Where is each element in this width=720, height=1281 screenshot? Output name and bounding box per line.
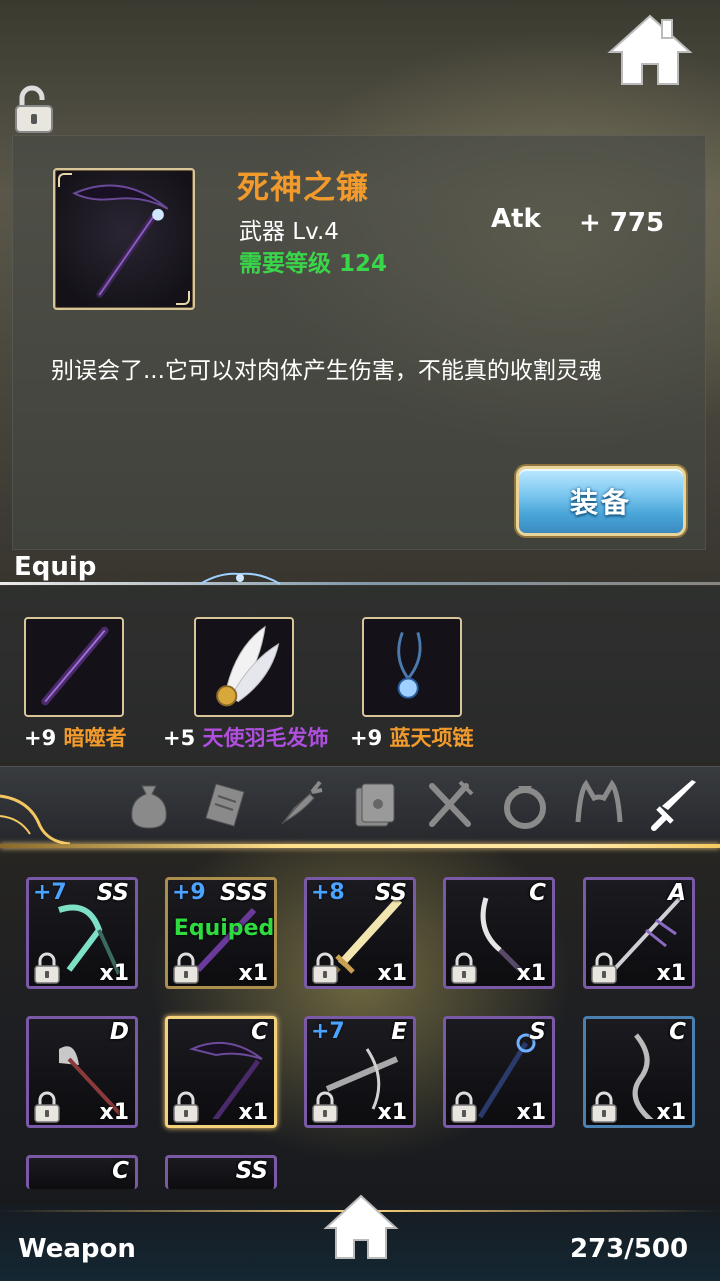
- rank-badge: C: [529, 880, 546, 906]
- ring-icon[interactable]: [498, 778, 552, 832]
- item-name: 死神之镰: [237, 168, 370, 206]
- rank-badge: SS: [235, 1158, 268, 1184]
- item-quantity: x1: [377, 1100, 408, 1125]
- lock-icon[interactable]: [172, 1091, 200, 1123]
- item-quantity: x1: [238, 961, 269, 986]
- equip-button[interactable]: 装备: [516, 466, 686, 536]
- category-label: Weapon: [18, 1234, 136, 1264]
- rank-badge: A: [668, 880, 686, 906]
- inventory-slot[interactable]: +7 SS x1: [26, 877, 138, 989]
- ornament-icon: [199, 572, 281, 585]
- inventory-count: 273/500: [570, 1234, 689, 1264]
- enhance-level: +8: [311, 880, 345, 905]
- lock-icon[interactable]: [33, 952, 61, 984]
- feather-icon: [216, 625, 280, 707]
- rank-badge: C: [251, 1019, 268, 1045]
- required-level-label: 需要等级: [239, 251, 331, 277]
- rank-badge: C: [669, 1019, 686, 1045]
- rank-badge: C: [112, 1158, 129, 1184]
- rank-badge: D: [109, 1019, 129, 1045]
- lock-icon[interactable]: [590, 1091, 618, 1123]
- item-portrait: [53, 168, 195, 310]
- equip-slot-label: +5 天使羽毛发饰: [163, 722, 329, 752]
- inventory-slot[interactable]: +8 SS x1: [304, 877, 416, 989]
- inventory-slot[interactable]: C: [26, 1155, 138, 1189]
- lock-icon[interactable]: [172, 952, 200, 984]
- rank-badge: S: [529, 1019, 546, 1045]
- sword-icon[interactable]: [648, 778, 702, 832]
- inventory-slot[interactable]: +7 Ex1: [304, 1016, 416, 1128]
- item-required-level: 需要等级 124: [239, 244, 387, 278]
- fork-knife-icon[interactable]: [422, 778, 476, 832]
- stat-name: Atk: [491, 204, 541, 234]
- equip-slot-weapon[interactable]: [24, 617, 124, 717]
- rank-badge: SS: [96, 880, 129, 906]
- unlock-icon[interactable]: [12, 84, 56, 134]
- item-quantity: x1: [377, 961, 408, 986]
- lock-icon[interactable]: [311, 952, 339, 984]
- item-description: 别误会了...它可以对肉体产生伤害，不能真的收割灵魂: [51, 358, 602, 384]
- necklace-icon: [397, 631, 422, 699]
- lock-icon[interactable]: [450, 1091, 478, 1123]
- enhance-level: +9: [350, 726, 383, 750]
- lock-icon[interactable]: [33, 1091, 61, 1123]
- enhance-level: +9: [172, 880, 206, 905]
- item-quantity: x1: [656, 1100, 687, 1125]
- item-name: 蓝天项链: [389, 726, 474, 750]
- scythe-icon: [72, 184, 169, 298]
- rank-badge: SSS: [219, 880, 268, 906]
- bag-icon[interactable]: [122, 778, 176, 832]
- equip-slot-headwear[interactable]: [194, 617, 294, 717]
- equip-slot-label: +9 暗噬者: [24, 722, 127, 752]
- item-detail-panel: 死神之镰 武器 Lv.4 需要等级 124 Atk + 775 别误会了...它…: [12, 135, 706, 550]
- item-type-level: 武器 Lv.4: [239, 219, 339, 245]
- item-quantity: x1: [516, 961, 547, 986]
- inventory-slot[interactable]: Cx1: [165, 1016, 277, 1128]
- home-icon[interactable]: [322, 1192, 400, 1262]
- home-icon[interactable]: [606, 12, 694, 88]
- rank-badge: E: [391, 1019, 407, 1045]
- carrot-icon[interactable]: [272, 778, 326, 832]
- item-quantity: x1: [99, 961, 130, 986]
- cat-ears-icon[interactable]: [572, 778, 626, 832]
- item-quantity: x1: [516, 1100, 547, 1125]
- lock-icon[interactable]: [590, 952, 618, 984]
- item-name: 暗噬者: [63, 726, 127, 750]
- equipped-label: Equiped: [173, 916, 275, 941]
- inventory-slot[interactable]: Cx1: [583, 1016, 695, 1128]
- rank-badge: SS: [374, 880, 407, 906]
- scroll-icon[interactable]: [198, 778, 252, 832]
- inventory-slot[interactable]: +9 SSS Equiped x1: [165, 877, 277, 989]
- enhance-level: +7: [311, 1019, 345, 1044]
- equip-slot-necklace[interactable]: [362, 617, 462, 717]
- ornament-icon: [0, 794, 70, 846]
- stat-value: + 775: [579, 208, 665, 238]
- inventory-slot[interactable]: Cx1: [443, 877, 555, 989]
- enhance-level: +7: [33, 880, 67, 905]
- inventory-slot[interactable]: Ax1: [583, 877, 695, 989]
- item-name: 天使羽毛发饰: [202, 726, 329, 750]
- inventory-slot[interactable]: SS: [165, 1155, 277, 1189]
- tab-divider: [0, 844, 720, 848]
- required-level-value: 124: [339, 251, 388, 277]
- equip-slot-label: +9 蓝天项链: [350, 722, 474, 752]
- dagger-icon: [41, 626, 109, 706]
- book-icon[interactable]: [348, 778, 402, 832]
- enhance-level: +5: [163, 726, 196, 750]
- item-quantity: x1: [238, 1100, 269, 1125]
- lock-icon[interactable]: [311, 1091, 339, 1123]
- inventory-slot[interactable]: Sx1: [443, 1016, 555, 1128]
- enhance-level: +9: [24, 726, 57, 750]
- divider: [0, 582, 720, 585]
- inventory-slot[interactable]: Dx1: [26, 1016, 138, 1128]
- equip-title: Equip: [14, 552, 97, 582]
- item-quantity: x1: [99, 1100, 130, 1125]
- lock-icon[interactable]: [450, 952, 478, 984]
- item-quantity: x1: [656, 961, 687, 986]
